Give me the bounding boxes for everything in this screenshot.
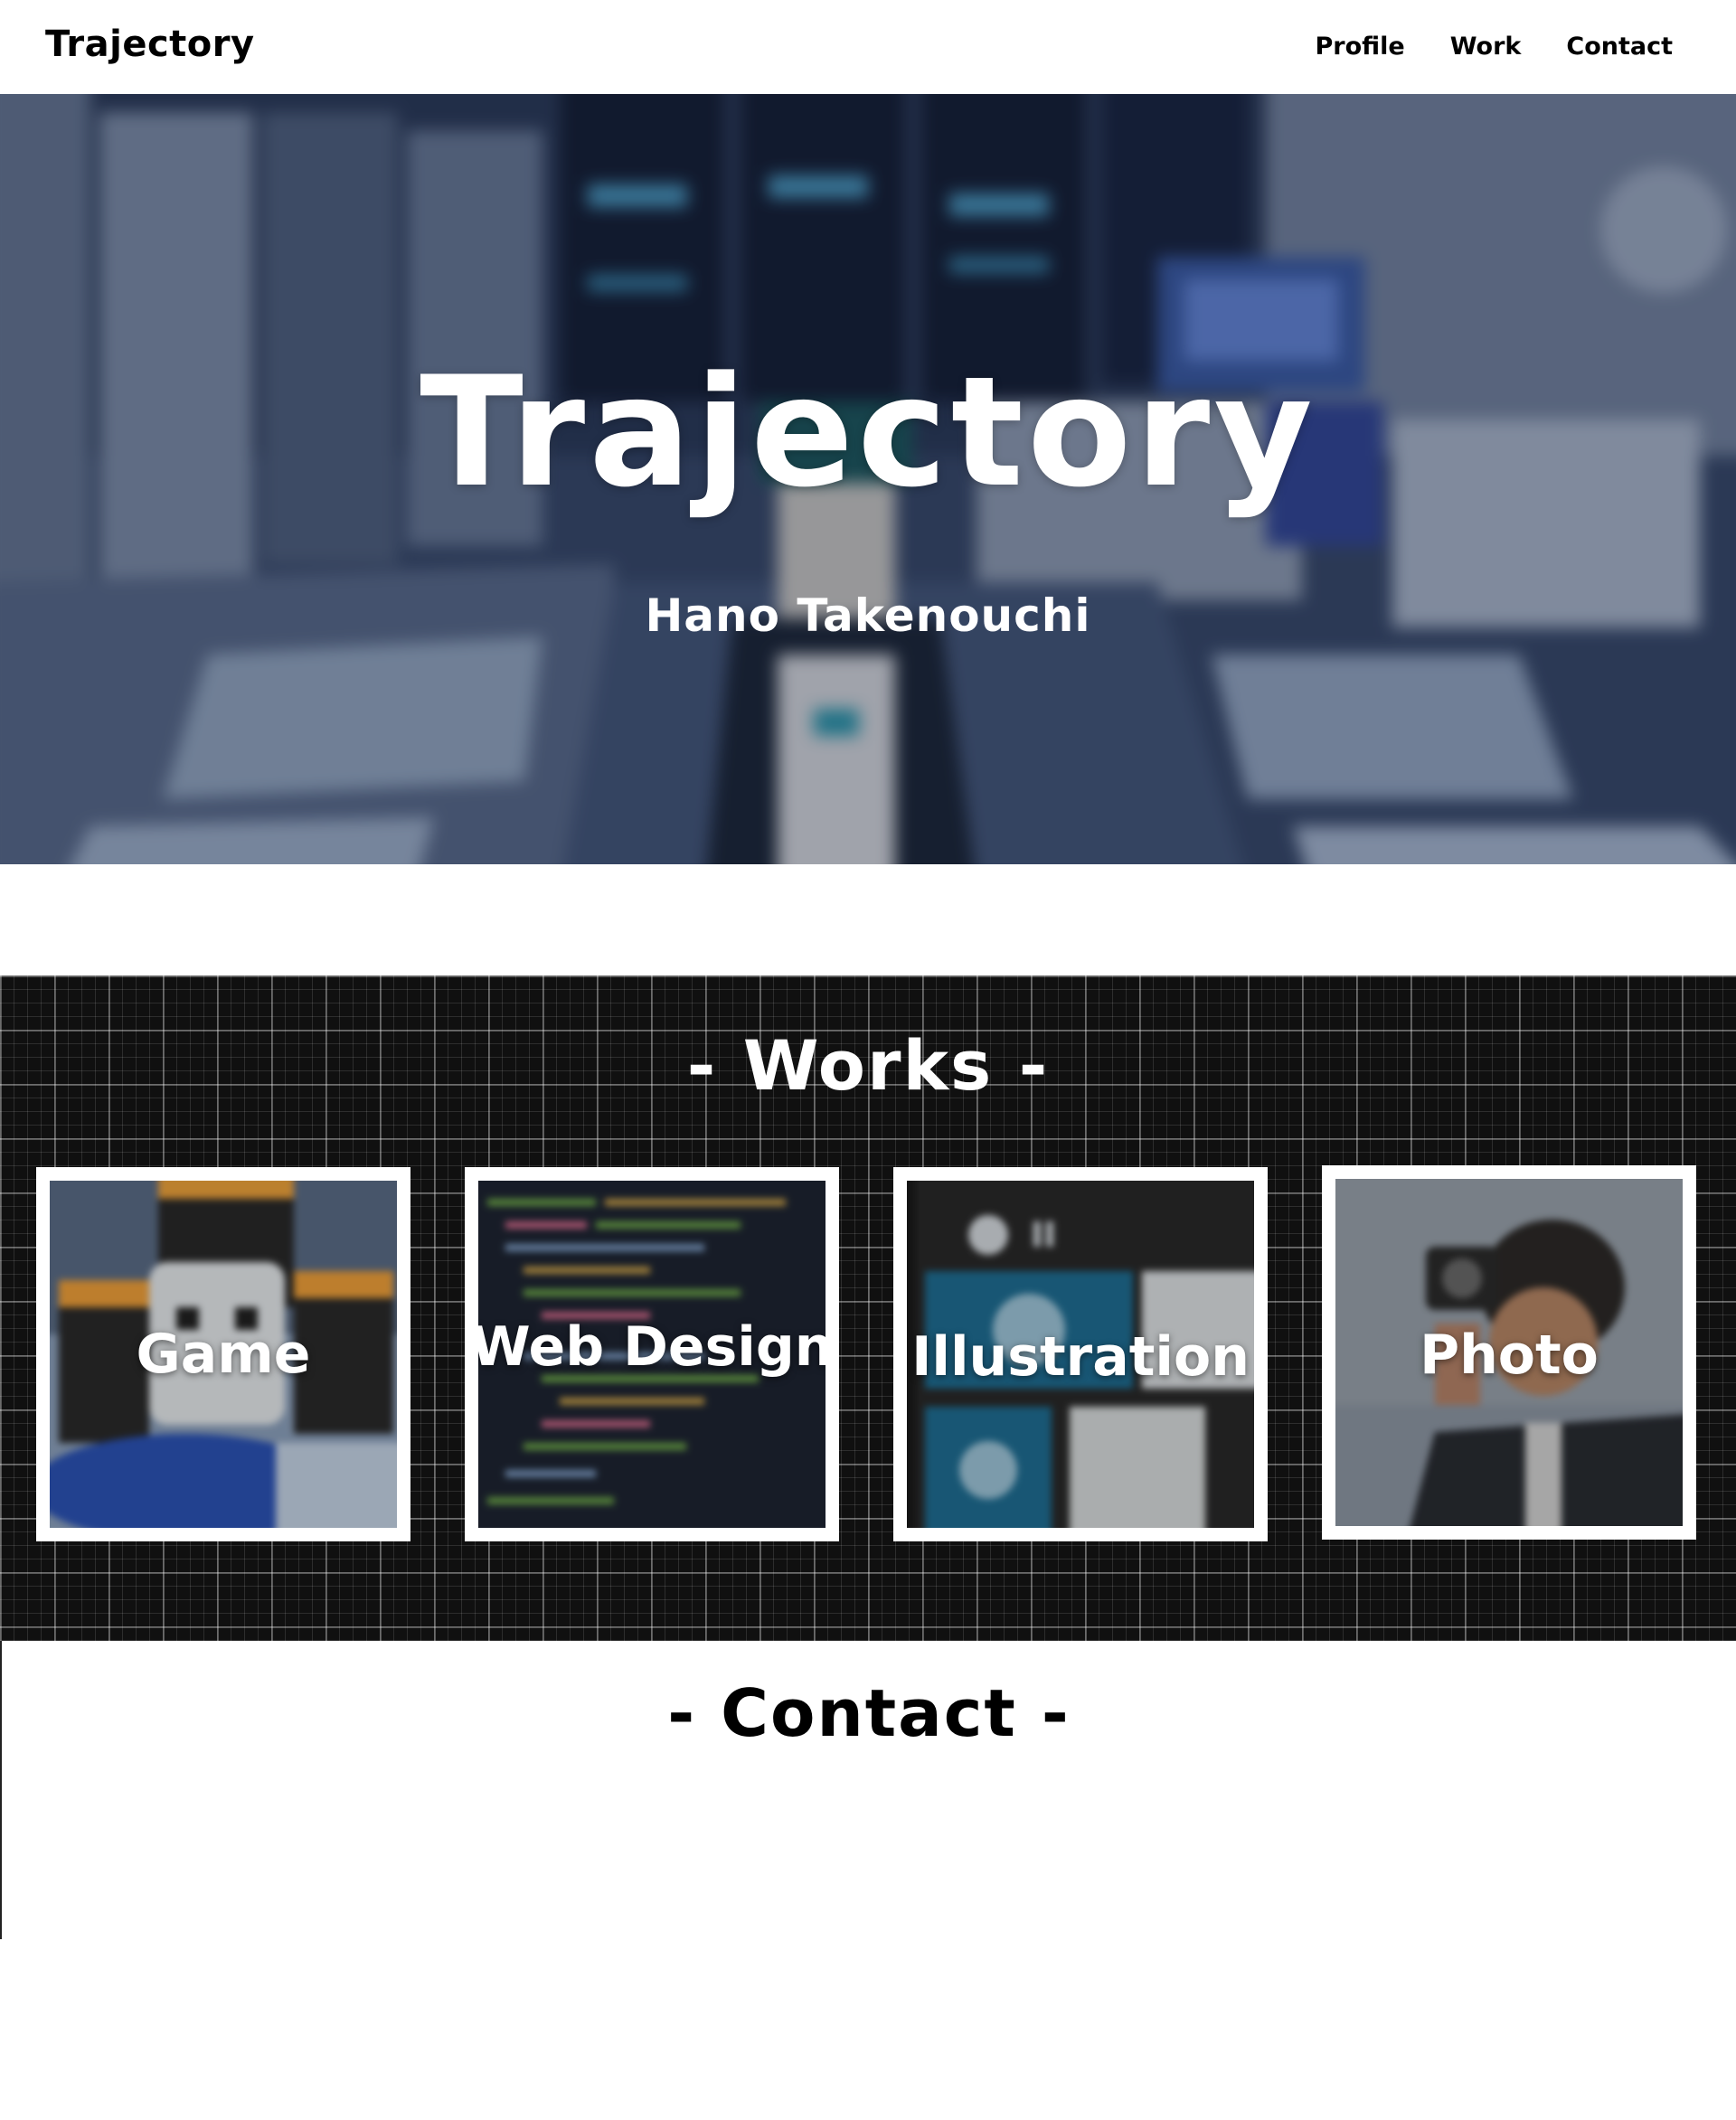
hero-subtitle: Hano Takenouchi [645, 589, 1091, 642]
work-card-image-photo: Photo [1335, 1179, 1683, 1526]
work-card-photo[interactable]: Photo [1322, 1165, 1696, 1540]
work-card-label-photo: Photo [1420, 1324, 1599, 1387]
site-header: Trajectory Profile Work Contact [0, 0, 1736, 94]
nav-link-contact[interactable]: Contact [1566, 33, 1673, 61]
site-logo[interactable]: Trajectory [45, 24, 255, 65]
hero-title: Trajectory [420, 344, 1316, 521]
works-section: - Works - Game Web Design Illustration P… [0, 975, 1736, 1641]
work-card-web-design[interactable]: Web Design [465, 1167, 839, 1541]
contact-title: - Contact - [667, 1675, 1071, 1751]
contact-section: - Contact - [0, 1641, 1736, 1939]
main-nav: Profile Work Contact [1316, 33, 1674, 61]
nav-link-profile[interactable]: Profile [1316, 33, 1405, 61]
hero-section: Trajectory Hano Takenouchi [0, 94, 1736, 864]
works-title: - Works - [686, 1025, 1050, 1106]
work-card-image-game: Game [50, 1181, 397, 1528]
work-card-image-illustration: Illustration [907, 1181, 1254, 1528]
work-card-label-illustration: Illustration [911, 1325, 1250, 1389]
work-card-illustration[interactable]: Illustration [893, 1167, 1268, 1541]
work-card-label-game: Game [136, 1323, 311, 1386]
work-card-image-web-design: Web Design [478, 1181, 826, 1528]
nav-link-work[interactable]: Work [1450, 33, 1522, 61]
work-card-label-web-design: Web Design [478, 1315, 826, 1379]
work-card-game[interactable]: Game [36, 1167, 410, 1541]
